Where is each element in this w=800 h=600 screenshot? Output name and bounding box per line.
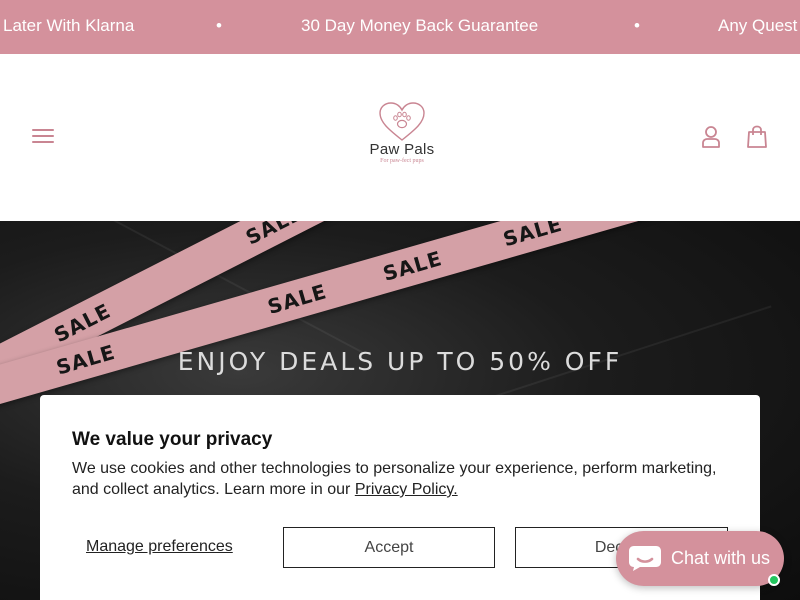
announcement-separator: •	[216, 16, 222, 35]
user-icon	[702, 126, 720, 148]
hamburger-icon	[32, 141, 54, 143]
hamburger-icon	[32, 135, 54, 137]
announcement-bar: Later With Klarna • 30 Day Money Back Gu…	[0, 0, 800, 54]
hamburger-icon	[32, 129, 54, 131]
heart-paw-logo-icon	[379, 102, 425, 141]
announcement-item: Any Quest	[718, 16, 798, 35]
announcement-item: Later With Klarna	[3, 16, 135, 35]
online-status-dot	[768, 574, 780, 586]
logo-tagline: For paw-fect pups	[380, 158, 424, 164]
chat-label: Chat with us	[671, 548, 771, 568]
logo-name: Paw Pals	[369, 141, 435, 158]
cart-button[interactable]	[746, 125, 768, 149]
announcement-item: 30 Day Money Back Guarantee	[301, 16, 539, 35]
hamburger-menu-button[interactable]	[30, 125, 56, 147]
hero-headline: ENJOY DEALS UP TO 50% OFF	[177, 347, 623, 376]
chat-bubble-icon	[629, 546, 661, 571]
sale-tape-label: SALE	[241, 221, 307, 250]
site-header: Paw Pals For paw-fect pups	[0, 54, 800, 221]
shopping-bag-icon	[747, 125, 767, 148]
privacy-policy-link[interactable]: Privacy Policy.	[355, 481, 458, 498]
announcement-separator: •	[634, 16, 640, 35]
sale-tape-label: SALE	[380, 246, 445, 286]
site-logo[interactable]: Paw Pals For paw-fect pups	[352, 102, 452, 174]
sale-tape-label: SALE	[264, 279, 330, 319]
accept-button[interactable]: Accept	[283, 527, 495, 568]
manage-preferences-button[interactable]: Manage preferences	[86, 538, 233, 556]
chat-widget-button[interactable]: Chat with us	[616, 531, 784, 586]
account-button[interactable]	[700, 125, 722, 149]
consent-body: We use cookies and other technologies to…	[72, 458, 732, 500]
sale-tape-label: SALE	[500, 221, 566, 252]
consent-title: We value your privacy	[72, 429, 273, 450]
